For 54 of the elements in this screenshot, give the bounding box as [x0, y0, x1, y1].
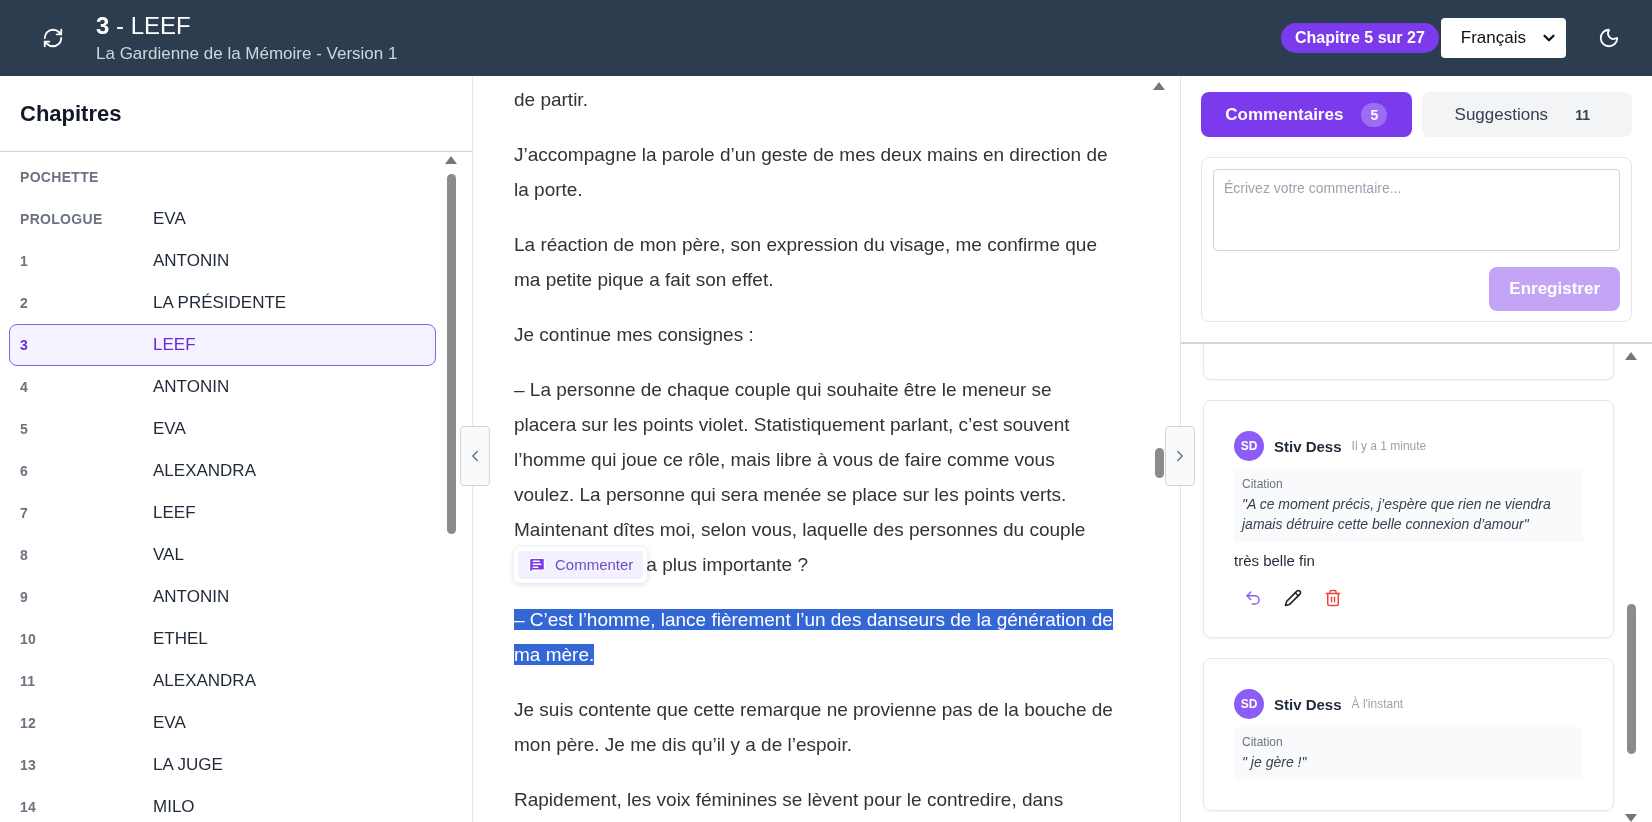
panel-tab[interactable]: Suggestions 11 [1421, 92, 1632, 137]
chapter-item[interactable]: 5 EVA [9, 408, 436, 450]
chapter-item[interactable]: 11 ALEXANDRA [9, 660, 436, 702]
panel-tab[interactable]: Commentaires 5 [1201, 92, 1412, 137]
quote-text: " je gère !" [1242, 753, 1308, 772]
scrollbar-thumb[interactable] [1155, 448, 1164, 478]
comment-button[interactable]: Commenter [518, 550, 644, 579]
sidebar-title: Chapitres [0, 76, 472, 152]
chapter-item[interactable]: 8 VAL [9, 534, 436, 576]
quote-label: Citation [1242, 477, 1284, 491]
chapter-item[interactable]: 6 ALEXANDRA [9, 450, 436, 492]
author-name: Stiv Dess [1274, 695, 1342, 713]
quote-text: "A ce moment précis, j’espère que rien ne viendra jamais détruire cette belle connexion d’amour" [1242, 495, 1552, 534]
chapter-title: 3 - LEEF [96, 12, 192, 40]
scroll-up-icon[interactable] [1153, 82, 1165, 90]
chapter-item[interactable]: 2 LA PRÉSIDENTE [9, 282, 436, 324]
chapter-item[interactable]: 13 LA JUGE [9, 744, 436, 786]
reply-icon[interactable] [1244, 589, 1262, 607]
chapter-item[interactable]: PROLOGUE EVA [9, 198, 436, 240]
scrollbar-thumb[interactable] [1627, 604, 1636, 754]
paragraph-line: a plus importante ? [646, 553, 808, 576]
chapter-item[interactable]: 10 ETHEL [9, 618, 436, 660]
paragraph: La réaction de mon père, son expression du visage, me confirme que ma petite pique a fait son effet. [514, 233, 1098, 292]
chapter-badge: Chapitre 5 sur 27 [1281, 23, 1439, 53]
chapter-item[interactable]: 7 LEEF [9, 492, 436, 534]
avatar: SD [1234, 689, 1264, 719]
paragraph: Rapidement, les voix féminines se lèvent pour le contredire, dans [514, 788, 1065, 812]
scrollbar-thumb[interactable] [447, 174, 456, 534]
quote-label: Citation [1242, 735, 1284, 749]
chapter-item[interactable]: 4 ANTONIN [9, 366, 436, 408]
trash-icon[interactable] [1324, 589, 1342, 607]
comment-icon [528, 555, 546, 574]
comment-time: Il y a 1 minute [1351, 439, 1427, 453]
paragraph: – C’est l’homme, lance fièrement l’un des danseurs de la génération de ma mère. [514, 608, 1114, 667]
paragraph: Je suis contente que cette remarque ne provienne pas de la bouche de mon père. Je me dis qu’il y a de l’espoir. [514, 698, 1114, 757]
chapter-item[interactable]: 1 ANTONIN [9, 240, 436, 282]
chapter-item[interactable]: 3 LEEF [9, 324, 436, 366]
chapter-item[interactable]: 12 EVA [9, 702, 436, 744]
paragraph: J’accompagne la parole d’un geste de mes deux mains en direction de la porte. [514, 143, 1109, 202]
chapter-item[interactable]: POCHETTE [9, 156, 436, 198]
comment-text: très belle fin [1234, 552, 1316, 569]
paragraph: Je continue mes consignes : [514, 323, 755, 347]
scroll-down-icon[interactable] [1625, 814, 1637, 822]
pencil-icon[interactable] [1284, 589, 1302, 607]
avatar: SD [1234, 431, 1264, 461]
author-name: Stiv Dess [1274, 437, 1342, 455]
book-subtitle: La Gardienne de la Mémoire - Version 1 [96, 44, 399, 64]
scroll-up-icon[interactable] [445, 156, 457, 164]
comment-time: À l'instant [1351, 697, 1404, 711]
language-select[interactable]: Français [1440, 18, 1566, 58]
chapter-item[interactable]: 9 ANTONIN [9, 576, 436, 618]
paragraph: de partir. [514, 88, 589, 112]
scroll-up-icon[interactable] [1625, 352, 1637, 360]
chapter-item[interactable]: 14 MILO [9, 786, 436, 822]
